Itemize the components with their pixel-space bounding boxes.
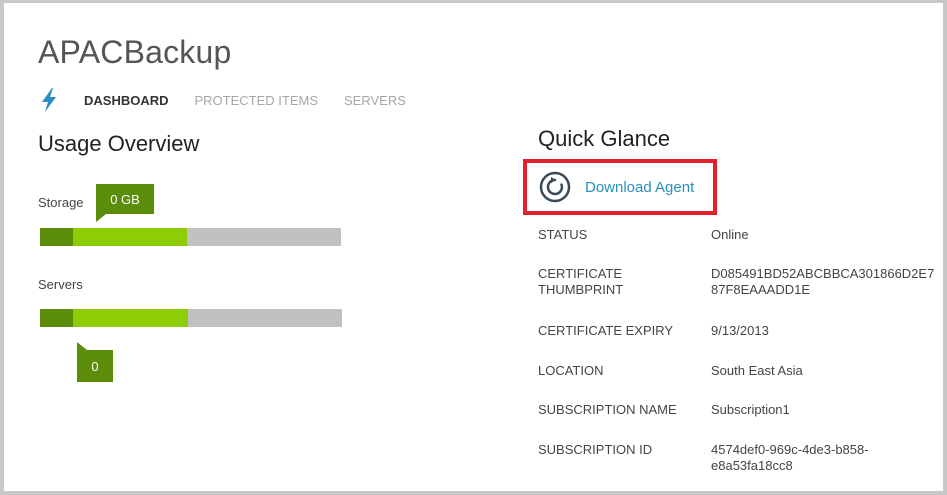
- usage-overview-title: Usage Overview: [38, 131, 200, 156]
- refresh-circle-icon: [539, 171, 571, 203]
- tab-dashboard[interactable]: DASHBOARD: [84, 93, 169, 108]
- download-agent-link[interactable]: Download Agent: [523, 159, 717, 215]
- servers-value: 0: [91, 358, 99, 374]
- servers-bar-dark-segment: [40, 309, 73, 327]
- subscription-name-key: SUBSCRIPTION NAME: [538, 402, 677, 417]
- certificate-thumbprint-key: CERTIFICATE THUMBPRINT: [538, 266, 624, 297]
- servers-value-callout: 0: [77, 342, 113, 382]
- storage-bar-dark-segment: [40, 228, 73, 246]
- tab-servers[interactable]: SERVERS: [344, 93, 406, 108]
- subscription-id-value: 4574def0-969c-4de3-b858-e8a53fa18cc8: [711, 442, 869, 473]
- servers-usage-bar: [40, 309, 342, 327]
- storage-usage-bar: [40, 228, 341, 246]
- subscription-name-value: Subscription1: [711, 402, 790, 417]
- storage-value-callout: 0 GB: [96, 184, 154, 222]
- status-value: Online: [711, 227, 749, 242]
- subscription-id-key: SUBSCRIPTION ID: [538, 442, 653, 457]
- lightning-bolt-icon: [40, 87, 62, 113]
- storage-bar-light-segment: [73, 228, 187, 246]
- quick-glance-title: Quick Glance: [538, 126, 671, 151]
- servers-label: Servers: [38, 277, 83, 292]
- tab-protected-items[interactable]: PROTECTED ITEMS: [195, 93, 319, 108]
- window-frame: [0, 0, 947, 495]
- app-title: APACBackup: [38, 34, 232, 70]
- location-value: South East Asia: [711, 363, 803, 378]
- storage-value: 0 GB: [110, 191, 140, 207]
- nav-bar: DASHBOARD PROTECTED ITEMS SERVERS: [40, 86, 432, 114]
- download-agent-label[interactable]: Download Agent: [585, 179, 694, 196]
- servers-bar-light-segment: [73, 309, 188, 327]
- storage-label: Storage: [38, 195, 84, 210]
- location-key: LOCATION: [538, 363, 604, 378]
- status-key: STATUS: [538, 227, 588, 242]
- certificate-thumbprint-value: D085491BD52ABCBBCA301866D2E787F8EAAADD1E: [711, 266, 935, 297]
- certificate-expiry-value: 9/13/2013: [711, 323, 769, 338]
- certificate-expiry-key: CERTIFICATE EXPIRY: [538, 323, 674, 338]
